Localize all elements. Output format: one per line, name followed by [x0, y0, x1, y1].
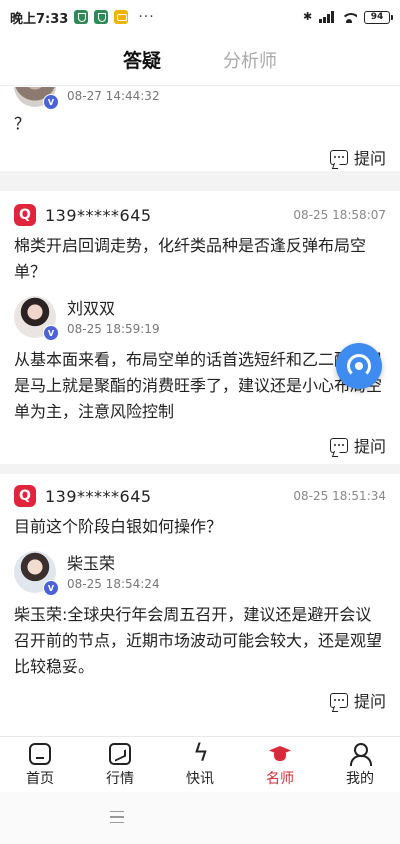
question-user: 139*****645 — [45, 486, 152, 506]
ask-button[interactable]: 提问 — [329, 145, 386, 169]
comment-icon — [329, 437, 348, 453]
analyst-name[interactable]: 刘双双 — [67, 299, 160, 319]
nav-label: 我的 — [346, 771, 374, 787]
comment-icon — [329, 692, 348, 708]
home-icon — [29, 743, 51, 765]
verified-icon: V — [43, 580, 59, 596]
question-icon: Q — [14, 485, 36, 507]
profile-icon — [349, 743, 372, 766]
status-bar: 晚上7:33 ··· 94 — [0, 0, 400, 34]
question-text: 目前这个阶段白银如何操作？ — [14, 517, 223, 536]
ask-button-label: 提问 — [353, 692, 386, 711]
nav-profile[interactable]: 我的 — [320, 737, 400, 792]
nav-label: 行情 — [106, 771, 134, 787]
bottom-nav: 首页 行情 快讯 名师 我的 — [0, 736, 400, 792]
question-user: 139*****645 — [45, 205, 152, 225]
nav-home[interactable]: 首页 — [0, 737, 80, 792]
answer-text: ？ — [14, 114, 31, 133]
tab-qa[interactable]: 答疑 — [123, 46, 161, 73]
ask-button-label: 提问 — [353, 437, 386, 456]
nav-market[interactable]: 行情 — [80, 737, 160, 792]
answer-time: 08-25 18:59:19 — [67, 321, 160, 336]
more-notifications-icon: ··· — [138, 9, 155, 25]
analyst-avatar[interactable]: V — [14, 551, 59, 596]
nav-label: 首页 — [26, 771, 54, 787]
shield-icon — [94, 10, 109, 24]
menu-icon[interactable] — [110, 811, 124, 823]
shield-icon — [74, 10, 89, 24]
ask-button[interactable]: 提问 — [329, 433, 386, 457]
teacher-icon — [269, 743, 291, 765]
analyst-avatar[interactable]: V — [14, 296, 59, 341]
verified-icon: V — [43, 94, 59, 110]
answer-text: 从基本面来看，布局空单的话首选短纤和乙二醇。但是马上就是聚酯的消费旺季了，建议还… — [14, 350, 383, 421]
message-icon — [114, 10, 129, 24]
top-tabs: 答疑 分析师 — [0, 34, 400, 86]
system-nav-bar — [0, 792, 400, 844]
battery-icon: 94 — [364, 10, 393, 24]
qa-card: Q 139*****645 08-25 18:51:34 目前这个阶段白银如何操… — [0, 474, 400, 735]
qa-card: Q 139*****645 08-25 18:58:07 棉类开启回调走势，化纤… — [0, 191, 400, 464]
ask-button[interactable]: 提问 — [329, 688, 386, 712]
question-text: 棉类开启回调走势，化纤类品种是否逢反弹布局空单？ — [14, 236, 367, 281]
qa-card: V 08-27 14:44:32 ？ 提问 — [0, 87, 400, 171]
nav-teacher[interactable]: 名师 — [240, 737, 320, 792]
comment-icon — [329, 149, 348, 165]
flash-icon — [189, 739, 211, 767]
answer-time: 08-27 14:44:32 — [67, 88, 160, 103]
answer-time: 08-25 18:54:24 — [67, 576, 160, 591]
nav-flash[interactable]: 快讯 — [160, 737, 240, 792]
headset-icon — [347, 354, 371, 378]
status-time: 晚上7:33 — [10, 11, 69, 27]
qa-feed[interactable]: V 08-27 14:44:32 ？ 提问 Q 139*****645 08-2… — [0, 87, 400, 735]
question-time: 08-25 18:51:34 — [293, 489, 386, 503]
analyst-avatar[interactable]: V — [14, 87, 59, 110]
signal-icon — [319, 11, 334, 23]
ask-button-label: 提问 — [353, 149, 386, 168]
wifi-icon — [341, 11, 357, 23]
customer-service-button[interactable] — [336, 343, 382, 389]
question-time: 08-25 18:58:07 — [293, 208, 386, 222]
battery-level: 94 — [370, 12, 384, 22]
nav-label: 名师 — [266, 771, 294, 787]
answer-text: 柴玉荣:全球央行年会周五召开，建议还是避开会议召开前的节点，近期市场波动可能会较… — [14, 605, 383, 676]
question-icon: Q — [14, 204, 36, 226]
analyst-name[interactable]: 柴玉荣 — [67, 554, 160, 574]
nav-label: 快讯 — [186, 771, 214, 787]
tab-analyst[interactable]: 分析师 — [223, 47, 277, 73]
verified-icon: V — [43, 325, 59, 341]
bluetooth-icon — [303, 10, 312, 24]
market-icon — [109, 743, 131, 765]
